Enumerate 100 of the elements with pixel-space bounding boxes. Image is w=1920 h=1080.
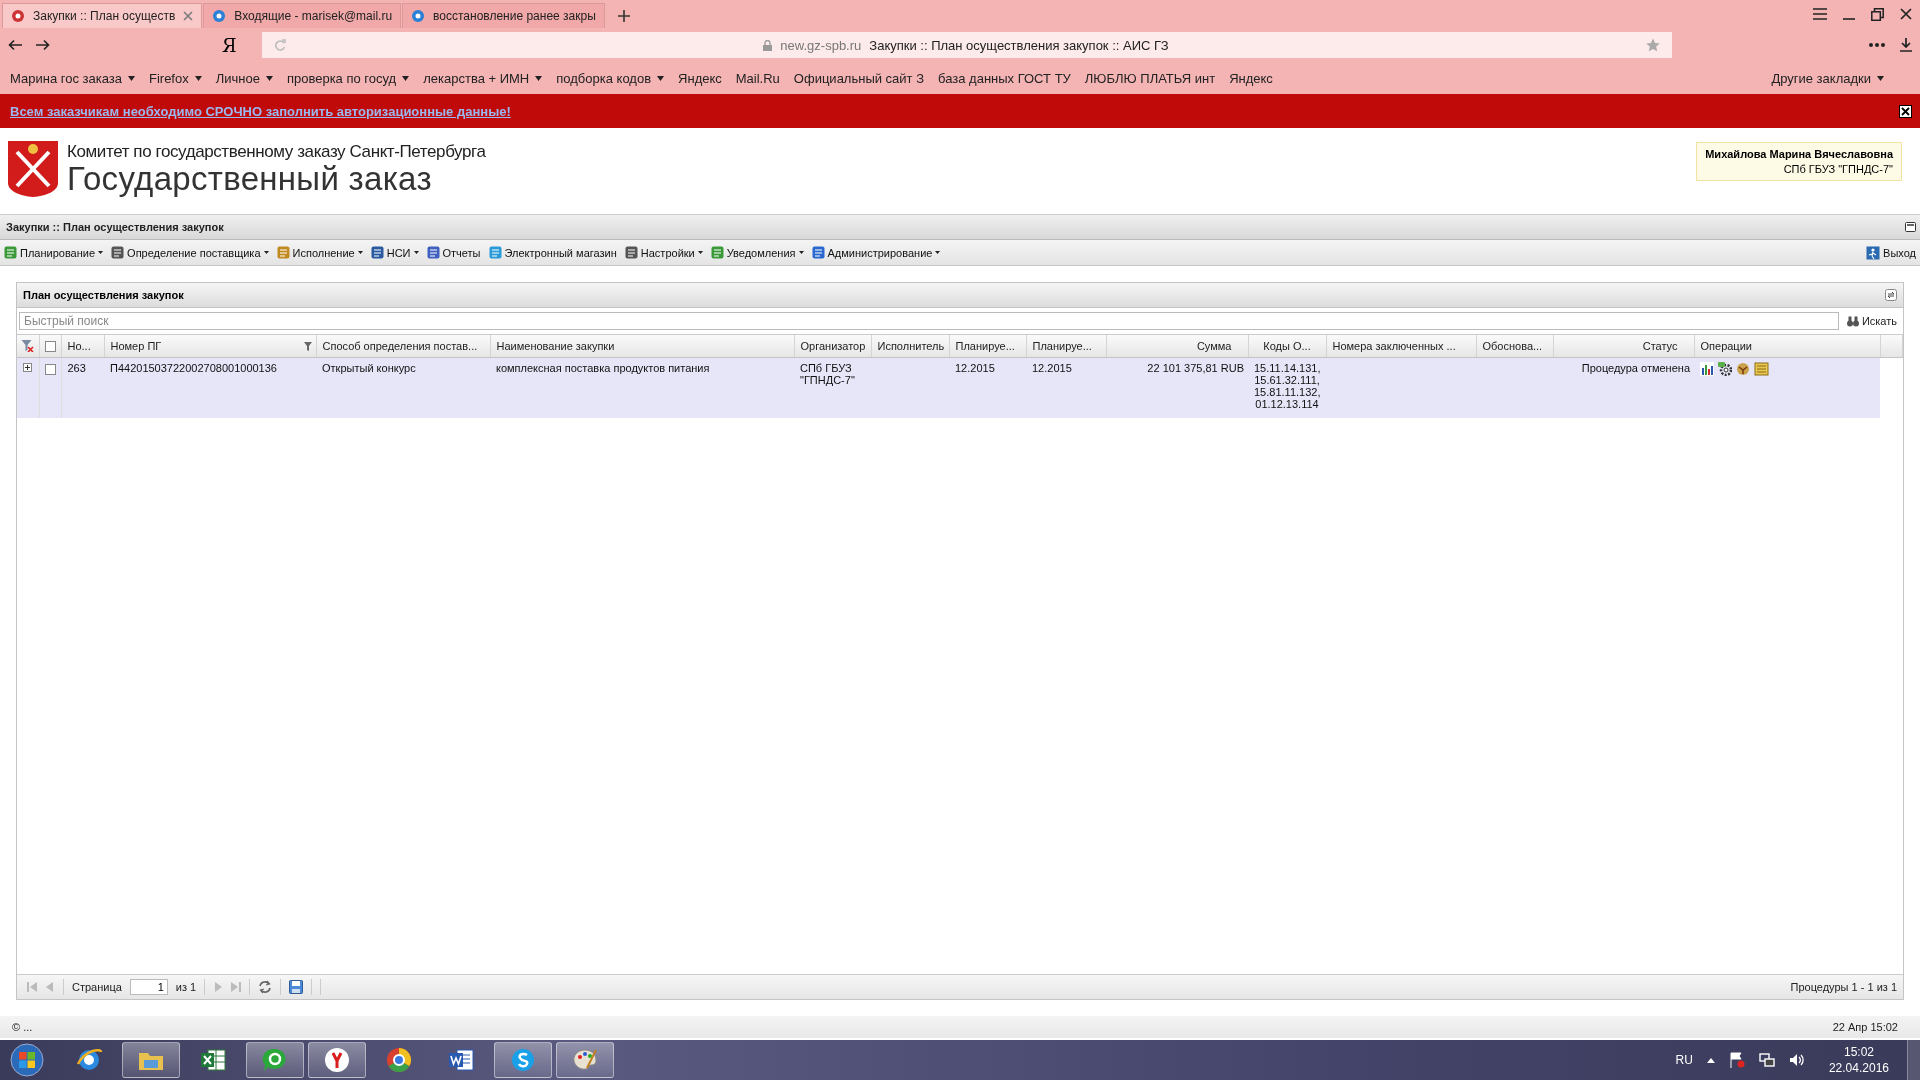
bookmark[interactable]: Яндекс <box>678 70 722 86</box>
caret-icon <box>697 251 703 254</box>
taskbar-button[interactable] <box>246 1042 304 1078</box>
network-icon[interactable] <box>1758 1052 1775 1068</box>
bookmark[interactable]: Mail.Ru <box>735 70 780 86</box>
search-field[interactable]: Быстрый поиск <box>19 312 1839 330</box>
column-header[interactable]: Наименование закупки <box>490 335 794 358</box>
column-header[interactable]: Способ определения постав... <box>316 335 490 358</box>
forward-icon[interactable] <box>36 39 50 51</box>
menu-item[interactable]: Отчеты <box>426 246 481 259</box>
column-header[interactable]: Статус <box>1553 335 1694 358</box>
expand-icon[interactable] <box>23 363 33 372</box>
column-header[interactable]: Сумма <box>1106 335 1248 358</box>
language-indicator[interactable]: RU <box>1675 1053 1693 1067</box>
column-header[interactable]: Организатор <box>794 335 871 358</box>
table-cell: 12.2015 <box>949 357 1026 418</box>
new-tab-icon[interactable] <box>617 10 630 22</box>
exit-button[interactable]: Выход <box>1866 245 1916 260</box>
more-icon[interactable] <box>1868 42 1886 48</box>
search-button[interactable]: Искать <box>1842 315 1901 327</box>
toolbar-icon <box>811 246 825 259</box>
column-header[interactable]: Номер ПГ <box>104 335 316 358</box>
page-icon <box>212 9 227 23</box>
toolbar-icon <box>624 246 638 259</box>
taskbar-button[interactable] <box>308 1042 366 1078</box>
menu-item[interactable]: Электронный магазин <box>488 246 617 259</box>
table-cell: комплексная поставка продуктов питания <box>490 357 794 418</box>
column-header[interactable]: Операции <box>1694 335 1880 358</box>
filter-icon[interactable] <box>303 342 312 351</box>
clear-filter-icon[interactable] <box>21 338 35 352</box>
column-header[interactable]: Планируе... <box>949 335 1026 358</box>
refresh-icon[interactable] <box>1885 289 1897 301</box>
menu-item[interactable]: Определение поставщика <box>111 246 269 259</box>
menu-item[interactable]: Исполнение <box>276 246 363 259</box>
maximize-icon[interactable] <box>1905 222 1916 232</box>
page-icon <box>411 9 426 23</box>
table-cell: Процедура отменена <box>1553 357 1694 418</box>
select-all-checkbox[interactable] <box>44 341 56 353</box>
address-field[interactable]: new.gz-spb.ru Закупки :: План осуществления закупок :: АИС ГЗ <box>262 32 1672 58</box>
refresh-icon[interactable] <box>258 980 273 994</box>
restore-icon[interactable] <box>1871 7 1884 21</box>
clock-time[interactable]: 15:02 <box>1843 1044 1874 1060</box>
caret-icon <box>357 251 363 254</box>
bookmark[interactable]: подборка кодов <box>556 70 665 86</box>
column-header[interactable]: Обоснова... <box>1476 335 1553 358</box>
menu-item[interactable]: Уведомления <box>710 246 804 259</box>
caret-icon <box>413 251 419 254</box>
bookmark[interactable]: Яндекс <box>1229 70 1273 86</box>
spreadsheet-icon <box>199 1046 227 1074</box>
caret-icon <box>798 251 804 254</box>
bookmark[interactable]: лекарства + ИМН <box>423 70 543 86</box>
copyright-text: © ... <box>12 1021 33 1033</box>
back-icon[interactable] <box>8 39 22 51</box>
page-title: Закупки :: План осуществления закупок :: АИС ГЗ <box>869 37 1169 53</box>
wheel-icon <box>385 1046 413 1074</box>
bookmark[interactable]: Личное <box>215 70 273 86</box>
gear-icon[interactable] <box>1718 362 1732 376</box>
browser-logo[interactable]: Я <box>222 34 244 56</box>
menu-icon[interactable] <box>1813 8 1827 20</box>
close-icon[interactable] <box>1899 104 1912 118</box>
menu-item[interactable]: Администрирование <box>811 246 941 259</box>
bar-chart-icon[interactable] <box>1700 362 1714 376</box>
organization-name: Комитет по государственному заказу Санкт-Петербурга <box>67 142 486 162</box>
speaker-icon[interactable] <box>1788 1052 1805 1068</box>
exit-icon <box>1866 245 1881 260</box>
bookmark[interactable]: Официальный сайт З <box>793 70 925 86</box>
menu-item[interactable]: Настройки <box>624 246 703 259</box>
taskbar-button[interactable] <box>494 1042 552 1078</box>
table-cell: 15.11.14.131, 15.61.32.111, 15.81.11.132, 01.12.13.114 <box>1248 357 1326 418</box>
clock-date[interactable]: 22.04.2016 <box>1828 1060 1889 1076</box>
bookmark[interactable]: Другие закладки <box>1771 70 1884 86</box>
bookmark[interactable]: Firefox <box>148 70 202 86</box>
chevron-up-icon[interactable] <box>1706 1057 1715 1063</box>
bookmark[interactable]: Марина гос заказа <box>10 70 135 86</box>
column-header[interactable]: Планируе... <box>1026 335 1106 358</box>
bookmark[interactable]: проверка по госуд <box>286 70 410 86</box>
bookmark[interactable]: база данных ГОСТ ТУ <box>938 70 1071 86</box>
bookmark[interactable]: ЛЮБЛЮ ПЛАТЬЯ инт <box>1084 70 1216 86</box>
page-field[interactable]: 1 <box>129 979 168 995</box>
status-datetime: 22 Апр 15:02 <box>1832 1021 1898 1033</box>
toolbar-icon <box>4 246 17 259</box>
column-header[interactable]: Но... <box>61 335 104 358</box>
browser-tab[interactable]: Закупки :: План осуществ <box>2 3 203 28</box>
column-header[interactable]: Коды О... <box>1248 335 1326 358</box>
toolbar-icon <box>111 246 125 259</box>
close-icon[interactable] <box>1900 8 1912 20</box>
menu-item[interactable]: НСИ <box>370 246 419 259</box>
table-cell: 263 <box>61 357 104 418</box>
column-header[interactable]: Исполнитель <box>871 335 949 358</box>
flag-icon[interactable] <box>1728 1052 1745 1068</box>
column-header[interactable]: Номера заключенных ... <box>1326 335 1476 358</box>
browser-tab[interactable]: Входящие - marisek@mail.ru <box>203 3 402 28</box>
save-icon[interactable] <box>289 980 304 994</box>
menu-item[interactable]: Планирование <box>4 246 104 259</box>
row-checkbox[interactable] <box>44 363 56 375</box>
star-icon[interactable] <box>1646 38 1660 52</box>
emblem-icon[interactable] <box>1736 362 1750 376</box>
browser-tab[interactable]: восстановление ранее закры <box>402 3 605 28</box>
start-button[interactable] <box>10 1043 44 1077</box>
download-icon[interactable] <box>1900 38 1912 52</box>
